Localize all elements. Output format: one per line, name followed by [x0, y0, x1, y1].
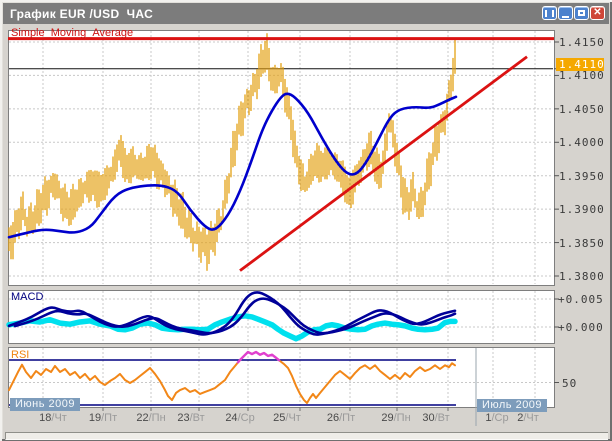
macd-indicator-label: MACD [11, 291, 43, 303]
date-weekday: /Чт [523, 412, 538, 424]
date-day: 22 [136, 412, 148, 424]
date-axis-label: 30/Вт [422, 412, 449, 424]
price-axis-label: 1.4100 [559, 69, 605, 82]
price-axis-label: 1.4150 [559, 36, 605, 49]
price-axis-label: 1.4000 [559, 136, 605, 149]
date-axis-label: 22/Пн [136, 412, 165, 424]
date-axis-label: 1/Ср [485, 412, 508, 424]
date-axis-label: 24/Ср [225, 412, 254, 424]
date-weekday: /Ср [238, 412, 255, 424]
macd-axis-label: +0.000 [558, 321, 604, 334]
date-weekday: /Пт [101, 412, 117, 424]
gridlines [9, 31, 553, 406]
price-axis-label: 1.3850 [559, 237, 605, 250]
date-day: 30 [422, 412, 434, 424]
date-axis-label: 25/Чт [273, 412, 301, 424]
date-day: 23 [177, 412, 189, 424]
date-axis-label: 29/Пн [381, 412, 410, 424]
date-day: 24 [225, 412, 237, 424]
date-axis-label: 26/Пт [327, 412, 355, 424]
date-weekday: /Чт [51, 412, 66, 424]
date-weekday: /Пт [339, 412, 355, 424]
rsi-overbought-segment [238, 352, 279, 362]
rsi-indicator-label: RSI [11, 349, 29, 361]
chart-window: График EUR /USD ЧАС ✕ Simple_Moving_Aver… [0, 0, 612, 441]
price-axis-label: 1.3800 [559, 270, 605, 283]
price-axis-label: 1.3950 [559, 170, 605, 183]
chart-canvas [0, 0, 612, 441]
date-weekday: /Ср [492, 412, 509, 424]
price-axis-label: 1.3900 [559, 203, 605, 216]
date-day: 29 [381, 412, 393, 424]
current-price-label: 1.4110 [556, 58, 604, 71]
rsi-axis-label: 50 [562, 377, 577, 390]
date-day: 18 [39, 412, 51, 424]
date-day: 19 [89, 412, 101, 424]
date-axis-label: 19/Пт [89, 412, 117, 424]
month-badge-june: Июнь 2009 [10, 398, 80, 411]
price-axis-label: 1.4050 [559, 103, 605, 116]
date-axis-label: 2/Чт [517, 412, 539, 424]
macd-axis-label: +0.005 [558, 293, 604, 306]
sma-indicator-label: Simple_Moving_Average [11, 27, 133, 39]
date-weekday: /Вт [190, 412, 205, 424]
date-weekday: /Пн [394, 412, 411, 424]
date-weekday: /Вт [435, 412, 450, 424]
month-badge-july: Июль 2009 [477, 399, 547, 412]
date-weekday: /Чт [285, 412, 300, 424]
date-weekday: /Пн [149, 412, 166, 424]
date-axis-label: 18/Чт [39, 412, 67, 424]
date-day: 25 [273, 412, 285, 424]
date-axis-label: 23/Вт [177, 412, 204, 424]
date-day: 26 [327, 412, 339, 424]
